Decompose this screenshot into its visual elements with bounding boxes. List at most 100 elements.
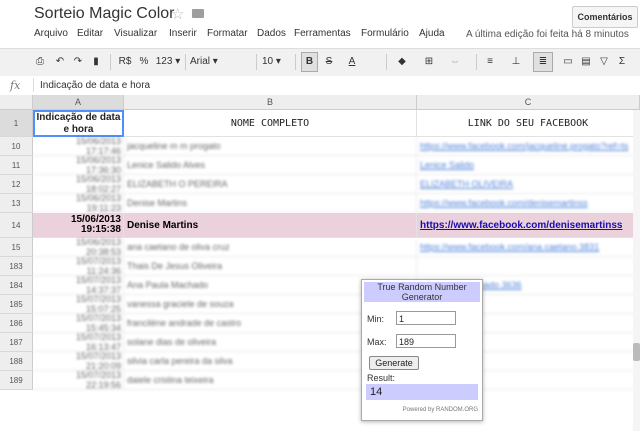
wrap-text-icon[interactable]: ≣: [533, 52, 553, 72]
align-vertical-icon[interactable]: ⊥: [507, 53, 525, 71]
timestamp-cell[interactable]: 15/06/2013 20:38:53: [33, 238, 124, 257]
facebook-link-cell[interactable]: https://www.facebook.com/jacqueline.prog…: [417, 137, 640, 156]
borders-icon[interactable]: ⊞: [420, 53, 438, 71]
percent-format-button[interactable]: %: [138, 53, 150, 71]
row-number[interactable]: 189: [0, 371, 33, 390]
menu-help[interactable]: Ajuda: [419, 28, 445, 39]
insert-chart-icon[interactable]: ▤: [579, 53, 593, 71]
timestamp-cell[interactable]: 15/07/2013 15:07:25: [33, 295, 124, 314]
column-header-b[interactable]: B: [124, 95, 417, 110]
timestamp-cell[interactable]: 15/07/2013 14:37:37: [33, 276, 124, 295]
name-cell[interactable]: Denise Martins: [124, 213, 417, 238]
row-number[interactable]: 12: [0, 175, 33, 194]
paint-format-icon[interactable]: ▮: [89, 53, 103, 71]
table-row: 18415/07/201314:37:37Ana Paula Machadoan…: [0, 276, 640, 295]
timestamp-cell[interactable]: 15/07/2013 16:13:47: [33, 333, 124, 352]
menu-format[interactable]: Formatar: [207, 28, 248, 39]
time-text: 21:20:09: [85, 361, 121, 371]
star-icon[interactable]: ☆: [171, 5, 184, 23]
table-row: 14 15/06/2013 19:15:38 Denise Martins https:…: [0, 213, 640, 238]
menu-data[interactable]: Dados: [257, 28, 286, 39]
timestamp-cell[interactable]: 15/06/2013 19:11:23: [33, 194, 124, 213]
menu-insert[interactable]: Inserir: [169, 28, 197, 39]
menu-tools[interactable]: Ferramentas: [294, 28, 351, 39]
number-format-dropdown[interactable]: 123 ▾: [154, 53, 182, 71]
currency-format-button[interactable]: R$: [117, 53, 133, 71]
comments-button[interactable]: Comentários: [572, 6, 638, 28]
header-cell-timestamp[interactable]: Indicação de data e hora: [33, 110, 124, 137]
row-number[interactable]: 184: [0, 276, 33, 295]
bold-button[interactable]: B: [301, 52, 318, 72]
row-number[interactable]: 186: [0, 314, 33, 333]
document-title[interactable]: Sorteio Magic Color: [34, 5, 175, 23]
facebook-link-cell[interactable]: https://www.facebook.com/ana.caetano.383…: [417, 238, 640, 257]
generate-button[interactable]: Generate: [369, 356, 419, 370]
row-number[interactable]: 15: [0, 238, 33, 257]
timestamp-cell[interactable]: 15/07/2013 15:45:34: [33, 314, 124, 333]
menu-edit[interactable]: Editar: [77, 28, 103, 39]
facebook-link-cell[interactable]: https://www.facebook.com/denisemartinss: [417, 213, 640, 238]
timestamp-cell[interactable]: 15/07/2013 21:20:09: [33, 352, 124, 371]
font-family-dropdown[interactable]: Arial ▾: [190, 53, 240, 71]
row-number[interactable]: 10: [0, 137, 33, 156]
table-row: 13 15/06/2013 19:11:23 Denise Martins https:…: [0, 194, 640, 213]
powered-by-link[interactable]: Powered by RANDOM.ORG: [362, 407, 478, 413]
timestamp-cell[interactable]: 15/06/2013 17:17:46: [33, 137, 124, 156]
functions-icon[interactable]: Σ: [615, 53, 629, 71]
font-size-dropdown[interactable]: 10 ▾: [262, 53, 286, 71]
date-text: 15/06/2013: [75, 238, 121, 247]
header-row: 1 Indicação de data e hora NOME COMPLETO…: [0, 110, 640, 137]
row-number[interactable]: 188: [0, 352, 33, 371]
row-number[interactable]: 1: [0, 110, 33, 137]
timestamp-cell[interactable]: 15/06/2013 19:15:38: [33, 213, 124, 238]
row-number[interactable]: 183: [0, 257, 33, 276]
time-text: 20:38:53: [85, 247, 121, 257]
name-cell[interactable]: ana caetano de oliva cruz: [124, 238, 417, 257]
align-horizontal-icon[interactable]: ≡: [481, 53, 499, 71]
timestamp-cell[interactable]: 15/07/2013 11:24:36: [33, 257, 124, 276]
min-input[interactable]: 1: [396, 311, 456, 325]
row-number[interactable]: 187: [0, 333, 33, 352]
column-header-a[interactable]: A: [33, 95, 124, 110]
redo-icon[interactable]: ↷: [71, 53, 85, 71]
row-number[interactable]: 13: [0, 194, 33, 213]
name-cell[interactable]: Lenice Salido Alves: [124, 156, 417, 175]
name-cell[interactable]: ELIZABETH O PEREIRA: [124, 175, 417, 194]
name-cell[interactable]: Denise Martins: [124, 194, 417, 213]
fill-color-icon[interactable]: ◆: [393, 53, 411, 71]
column-header-c[interactable]: C: [417, 95, 640, 110]
facebook-link-cell[interactable]: [417, 257, 640, 276]
strikethrough-button[interactable]: S: [322, 53, 336, 71]
menu-view[interactable]: Visualizar: [114, 28, 157, 39]
merge-cells-icon[interactable]: ⇔: [446, 53, 464, 71]
header-cell-name[interactable]: NOME COMPLETO: [124, 110, 417, 137]
menu-form[interactable]: Formulário: [361, 28, 409, 39]
row-number[interactable]: 14: [0, 213, 33, 238]
name-cell[interactable]: jacqueline m m progato: [124, 137, 417, 156]
facebook-link-cell[interactable]: ELIZABETH OLIVEIRA: [417, 175, 640, 194]
select-all-corner[interactable]: [0, 95, 33, 110]
scrollbar-thumb[interactable]: [633, 343, 640, 361]
print-icon[interactable]: ⎙: [33, 53, 47, 71]
row-number[interactable]: 185: [0, 295, 33, 314]
menu-file[interactable]: Arquivo: [34, 28, 68, 39]
vertical-scrollbar[interactable]: [633, 110, 640, 431]
max-input[interactable]: 189: [396, 334, 456, 348]
date-text: 15/07/2013: [75, 295, 121, 304]
name-cell[interactable]: Thais De Jesus Oliveira: [124, 257, 417, 276]
facebook-link-cell[interactable]: Lenice Salido: [417, 156, 640, 175]
table-row: 185 15/07/2013 15:07:25 vanessa graciele de…: [0, 295, 640, 314]
undo-icon[interactable]: ↶: [53, 53, 67, 71]
header-cell-link[interactable]: LINK DO SEU FACEBOOK: [417, 110, 640, 137]
timestamp-cell[interactable]: 15/06/2013 17:36:30: [33, 156, 124, 175]
formula-input[interactable]: Indicação de data e hora: [40, 80, 150, 91]
last-edit-status[interactable]: A última edição foi feita há 8 minutos: [466, 29, 629, 40]
timestamp-cell[interactable]: 15/07/2013 22:19:56: [33, 371, 124, 390]
timestamp-cell[interactable]: 15/06/2013 18:02:27: [33, 175, 124, 194]
text-color-button[interactable]: A: [342, 53, 362, 71]
folder-icon[interactable]: [192, 9, 204, 18]
row-number[interactable]: 11: [0, 156, 33, 175]
filter-icon[interactable]: ▽: [597, 53, 611, 71]
insert-comment-icon[interactable]: ▭: [561, 53, 575, 71]
facebook-link-cell[interactable]: https://www.facebook.com/denisemartinss: [417, 194, 640, 213]
